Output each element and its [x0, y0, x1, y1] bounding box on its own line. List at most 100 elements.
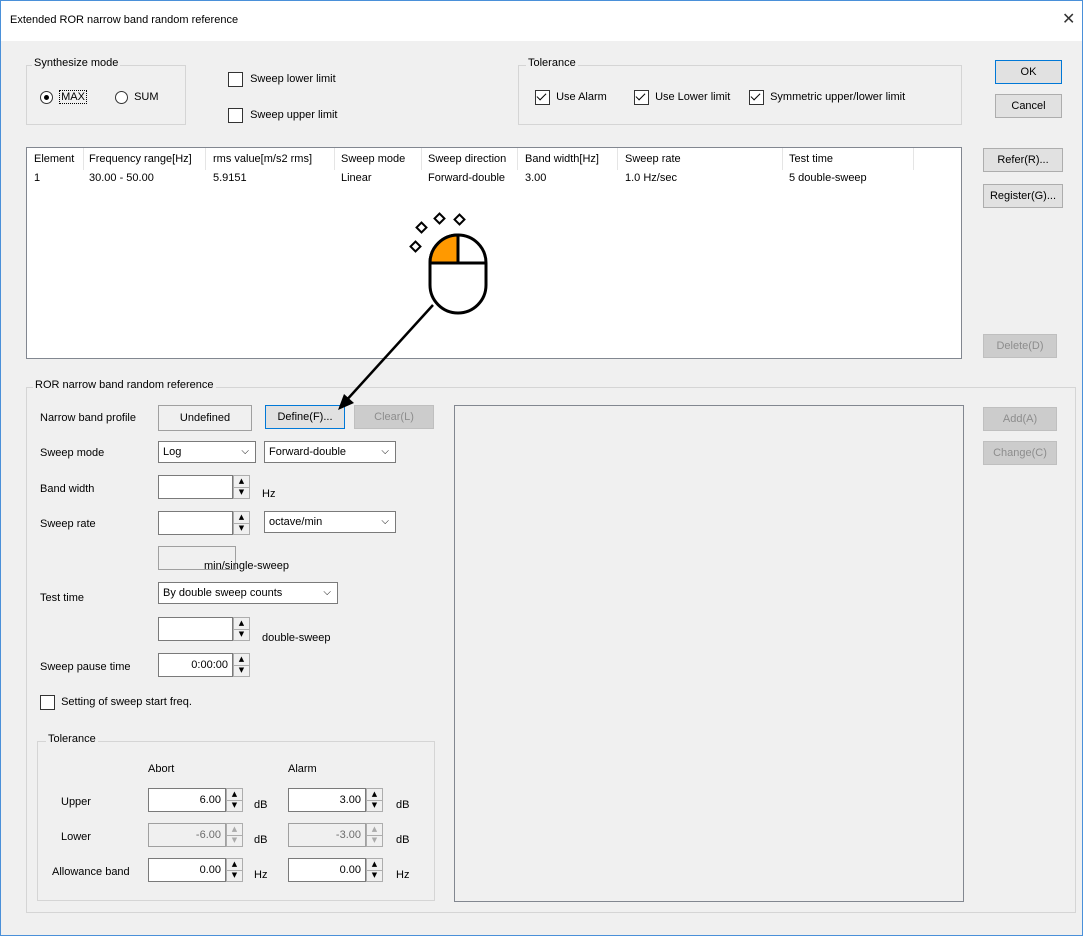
col-separator[interactable]: [782, 148, 783, 170]
lower-alarm-spinner: ▲ ▼: [366, 823, 383, 847]
upper-label: Upper: [61, 796, 91, 808]
lower-abort-unit: dB: [254, 834, 268, 846]
col-separator[interactable]: [205, 148, 206, 170]
col-header-sweep-direction[interactable]: Sweep direction: [428, 148, 506, 170]
test-time-select[interactable]: By double sweep counts ⌵: [158, 582, 338, 604]
col-header-frequency[interactable]: Frequency range[Hz]: [89, 148, 192, 170]
delete-button[interactable]: Delete(D): [983, 334, 1057, 358]
synthesize-mode-legend: Synthesize mode: [32, 57, 121, 69]
alarm-header: Alarm: [288, 763, 317, 775]
col-separator[interactable]: [617, 148, 618, 170]
spin-down-icon[interactable]: ▼: [234, 487, 249, 498]
col-header-rms[interactable]: rms value[m/s2 rms]: [213, 148, 312, 170]
chevron-down-icon: ⌵: [381, 446, 389, 457]
sweep-rate-spinner[interactable]: ▲ ▼: [233, 511, 250, 535]
sweep-direction-select[interactable]: Forward-double ⌵: [264, 441, 396, 463]
col-header-sweep-rate[interactable]: Sweep rate: [625, 148, 681, 170]
window-title: Extended ROR narrow band random referenc…: [10, 14, 239, 26]
spin-down-icon[interactable]: ▼: [367, 870, 382, 881]
table-row[interactable]: 1 30.00 - 50.00 5.9151 Linear Forward-do…: [27, 170, 961, 188]
col-header-element[interactable]: Element: [34, 148, 74, 170]
sweep-start-freq-checkbox[interactable]: Setting of sweep start freq.: [40, 695, 192, 710]
col-header-sweep-mode[interactable]: Sweep mode: [341, 148, 405, 170]
col-header-test-time[interactable]: Test time: [789, 148, 833, 170]
radio-sum[interactable]: SUM: [115, 91, 159, 104]
sweep-mode-select[interactable]: Log ⌵: [158, 441, 256, 463]
upper-alarm-spinner[interactable]: ▲ ▼: [366, 788, 383, 812]
narrow-profile-value: Undefined: [158, 405, 252, 431]
close-icon[interactable]: ✕: [1062, 9, 1075, 28]
double-sweep-count-spinner[interactable]: ▲ ▼: [233, 617, 250, 641]
cell-frequency: 30.00 - 50.00: [89, 172, 154, 184]
upper-alarm-unit: dB: [396, 799, 410, 811]
allowance-alarm-spinner[interactable]: ▲ ▼: [366, 858, 383, 882]
use-lower-limit-checkbox[interactable]: Use Lower limit: [634, 90, 730, 105]
spin-down-icon: ▼: [231, 836, 238, 844]
lower-label: Lower: [61, 831, 91, 843]
band-width-unit: Hz: [262, 488, 276, 500]
band-width-spinner[interactable]: ▲ ▼: [233, 475, 250, 499]
symmetric-limit-checkbox[interactable]: Symmetric upper/lower limit: [749, 90, 905, 105]
col-separator[interactable]: [334, 148, 335, 170]
register-button[interactable]: Register(G)...: [983, 184, 1063, 208]
use-alarm-checkbox[interactable]: Use Alarm: [535, 90, 607, 105]
cell-element: 1: [34, 172, 41, 184]
sweep-start-freq-check-icon: [40, 695, 55, 710]
upper-abort-spinner[interactable]: ▲ ▼: [226, 788, 243, 812]
sweep-rate-unit-value: octave/min: [269, 516, 323, 528]
spin-down-icon[interactable]: ▼: [234, 523, 249, 534]
abort-header: Abort: [148, 763, 175, 775]
cell-sweep-mode: Linear: [341, 172, 372, 184]
double-sweep-count-input[interactable]: [158, 617, 233, 641]
tolerance-legend: Tolerance: [46, 733, 98, 745]
narrow-profile-label: Narrow band profile: [40, 412, 136, 424]
use-lower-limit-check-icon: [634, 90, 649, 105]
radio-sum-icon: [115, 91, 128, 104]
ok-button[interactable]: OK: [995, 60, 1062, 84]
col-separator[interactable]: [913, 148, 914, 170]
tolerance-options-legend: Tolerance: [526, 57, 578, 69]
spin-down-icon[interactable]: ▼: [227, 870, 242, 881]
sweep-upper-limit-checkbox[interactable]: Sweep upper limit: [228, 108, 338, 123]
sweep-direction-value: Forward-double: [269, 446, 347, 458]
mouse-click-icon: [409, 212, 488, 315]
sweep-rate-input[interactable]: [158, 511, 233, 535]
allowance-alarm-input[interactable]: 0.00: [288, 858, 366, 882]
col-separator[interactable]: [517, 148, 518, 170]
cell-band-width: 3.00: [525, 172, 547, 184]
band-width-input[interactable]: [158, 475, 233, 499]
cell-rms: 5.9151: [213, 172, 247, 184]
col-separator[interactable]: [83, 148, 84, 170]
sweep-pause-input[interactable]: 0:00:00: [158, 653, 233, 677]
allowance-abort-input[interactable]: 0.00: [148, 858, 226, 882]
double-sweep-unit: double-sweep: [262, 632, 331, 644]
sweep-mode-label: Sweep mode: [40, 447, 105, 459]
test-time-label: Test time: [40, 592, 85, 604]
spin-down-icon[interactable]: ▼: [227, 800, 242, 811]
sweep-upper-limit-check-icon: [228, 108, 243, 123]
chevron-down-icon: ⌵: [381, 516, 389, 527]
sweep-pause-spinner[interactable]: ▲ ▼: [233, 653, 250, 677]
upper-alarm-input[interactable]: 3.00: [288, 788, 366, 812]
spin-down-icon[interactable]: ▼: [234, 629, 249, 640]
refer-button[interactable]: Refer(R)...: [983, 148, 1063, 172]
radio-sum-label: SUM: [134, 91, 159, 104]
col-separator[interactable]: [421, 148, 422, 170]
lower-abort-spinner: ▲ ▼: [226, 823, 243, 847]
radio-max[interactable]: MAX: [40, 90, 87, 105]
use-alarm-check-icon: [535, 90, 550, 105]
spin-down-icon: ▼: [371, 836, 378, 844]
upper-abort-unit: dB: [254, 799, 268, 811]
radio-max-label: MAX: [59, 90, 87, 105]
symmetric-limit-check-icon: [749, 90, 764, 105]
sweep-rate-label: Sweep rate: [40, 518, 96, 530]
sweep-lower-limit-checkbox[interactable]: Sweep lower limit: [228, 72, 336, 87]
spin-down-icon[interactable]: ▼: [234, 665, 249, 676]
upper-abort-input[interactable]: 6.00: [148, 788, 226, 812]
sweep-rate-unit-select[interactable]: octave/min ⌵: [264, 511, 396, 533]
cancel-button[interactable]: Cancel: [995, 94, 1062, 118]
pointer-arrow-icon: [338, 304, 434, 410]
col-header-band-width[interactable]: Band width[Hz]: [525, 148, 599, 170]
spin-down-icon[interactable]: ▼: [367, 800, 382, 811]
allowance-abort-spinner[interactable]: ▲ ▼: [226, 858, 243, 882]
